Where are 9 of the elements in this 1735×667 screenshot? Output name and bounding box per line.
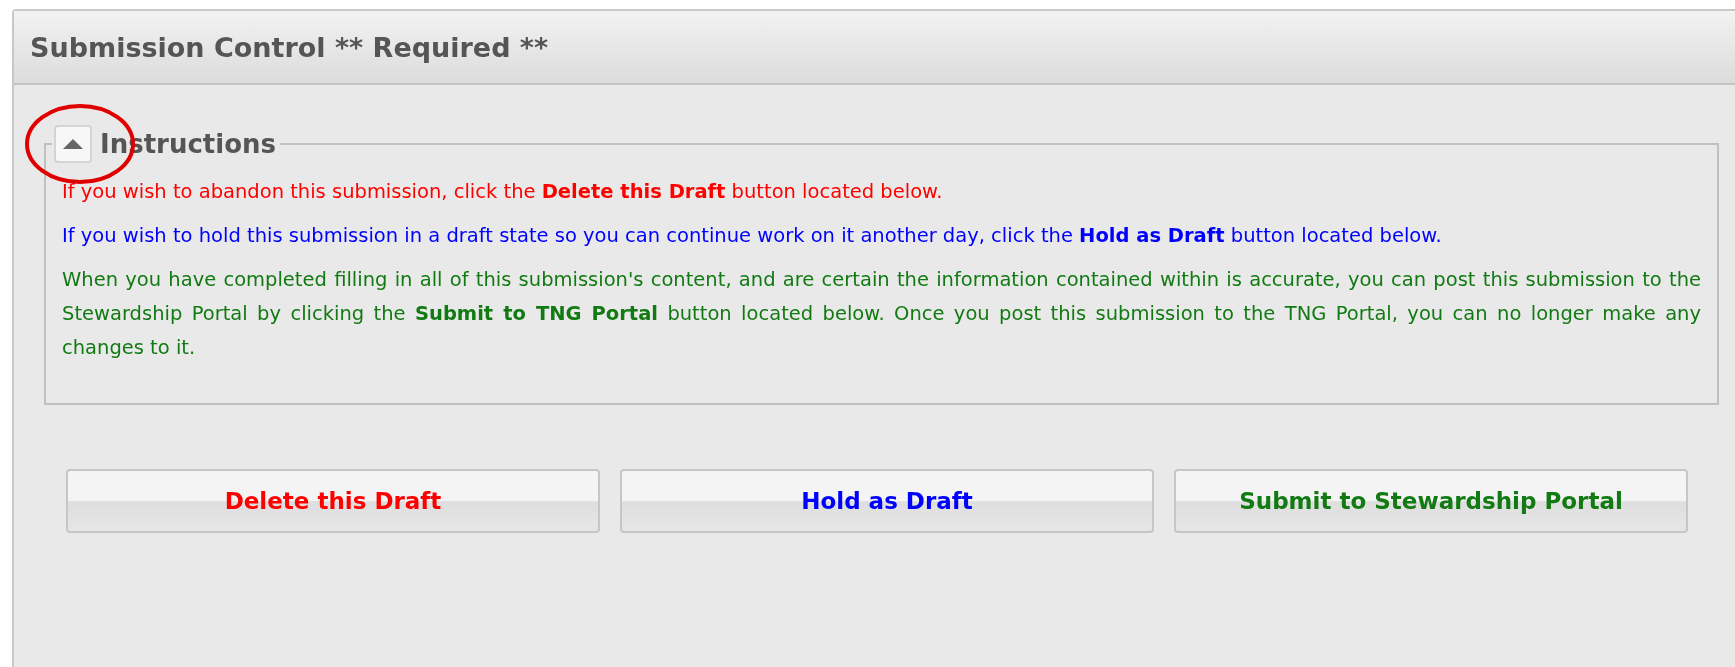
action-button[interactable]: Submit to Stewardship Portal [1174,469,1688,533]
action-button[interactable]: Hold as Draft [620,469,1154,533]
collapse-toggle[interactable] [54,125,92,163]
panel-title: Submission Control ** Required ** [30,31,549,63]
action-button[interactable]: Delete this Draft [66,469,600,533]
instruction-text: When you have completed filling in all of this submission's content, and are certain the information contained within is accurate, you can post this submission to the Stewardship Portal by clicking the Submit to TNG Portal button located below. Once you post this submission to the TNG Portal, you can no longer make any changes to it. [62,267,1701,361]
instruction-text: If you wish to abandon this submission, click the Delete this Draft button located below. [62,179,944,205]
instruction-text: If you wish to hold this submission in a draft state so you can continue work on it another day, click the Hold as Draft button located below. [62,223,1443,249]
up-triangle-icon [62,138,84,150]
